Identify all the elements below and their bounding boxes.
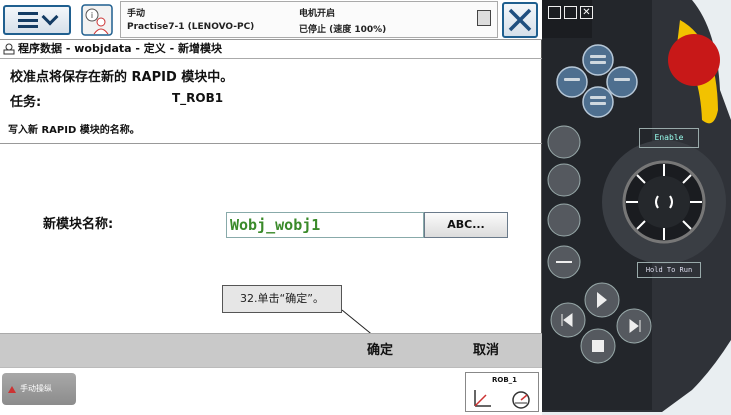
app-root: i 手动 Practise7-1 (LENOVO-PC) 电机开启 已停止 (速… [0, 0, 731, 415]
status-system: Practise7-1 (LENOVO-PC) [127, 22, 255, 32]
pendant-close-icon[interactable]: ✕ [580, 6, 593, 19]
action-bar: 确定 取消 [0, 333, 542, 367]
hold-to-run-label: Hold To Run [637, 262, 701, 278]
status-state: 已停止 (速度 100%) [299, 25, 387, 35]
enable-label: Enable [639, 128, 699, 148]
top-bar: i 手动 Practise7-1 (LENOVO-PC) 电机开启 已停止 (速… [0, 0, 542, 40]
program-data-icon [3, 43, 15, 55]
status-flag-icon [477, 10, 491, 26]
svg-text:i: i [91, 11, 93, 20]
breadcrumb: 程序数据 - wobjdata - 定义 - 新增模块 [0, 40, 542, 59]
divider [0, 143, 542, 144]
flexpendant-screen: i 手动 Practise7-1 (LENOVO-PC) 电机开启 已停止 (速… [0, 0, 542, 415]
abb-menu-button[interactable] [3, 5, 71, 35]
write-hint: 写入新 RAPID 模块的名称。 [8, 125, 140, 136]
taskbar: 手动操纵 ROB_1 [0, 367, 542, 415]
breadcrumb-text: 程序数据 - wobjdata - 定义 - 新增模块 [18, 42, 223, 55]
pendant-minimize-icon[interactable] [564, 6, 577, 19]
jog-icon [8, 386, 16, 393]
robot-label: ROB_1 [492, 376, 518, 384]
flexpendant-hardware: ✕ [542, 0, 731, 415]
abc-keyboard-button[interactable]: ABC... [424, 212, 508, 238]
instruction-callout: 32.单击“确定”。 [222, 285, 342, 313]
cancel-button[interactable]: 取消 [450, 334, 522, 368]
hint-title: 校准点将保存在新的 RAPID 模块中。 [10, 70, 234, 85]
quickset-button[interactable]: ROB_1 [465, 372, 539, 412]
task-value: T_ROB1 [172, 91, 224, 105]
pendant-restore-icon[interactable] [548, 6, 561, 19]
task-label: 任务: [10, 95, 42, 110]
status-panel: 手动 Practise7-1 (LENOVO-PC) 电机开启 已停止 (速度 … [120, 1, 498, 38]
close-button[interactable] [502, 2, 538, 38]
info-icon[interactable]: i [81, 4, 113, 36]
speed-icon [512, 391, 530, 409]
chevron-down-icon [41, 8, 59, 26]
status-motors: 电机开启 [299, 9, 336, 19]
jog-task-button[interactable]: 手动操纵 [2, 373, 76, 405]
pendant-body-graphic [542, 0, 731, 415]
module-name-input[interactable]: Wobj_wobj1 [226, 212, 424, 238]
jog-task-label: 手动操纵 [20, 384, 52, 393]
module-name-label: 新模块名称: [43, 217, 114, 232]
ok-button[interactable]: 确定 [344, 334, 416, 368]
coordinate-icon [474, 390, 491, 407]
menu-icon [18, 12, 38, 28]
close-icon [508, 8, 532, 32]
status-mode: 手动 [127, 9, 146, 19]
